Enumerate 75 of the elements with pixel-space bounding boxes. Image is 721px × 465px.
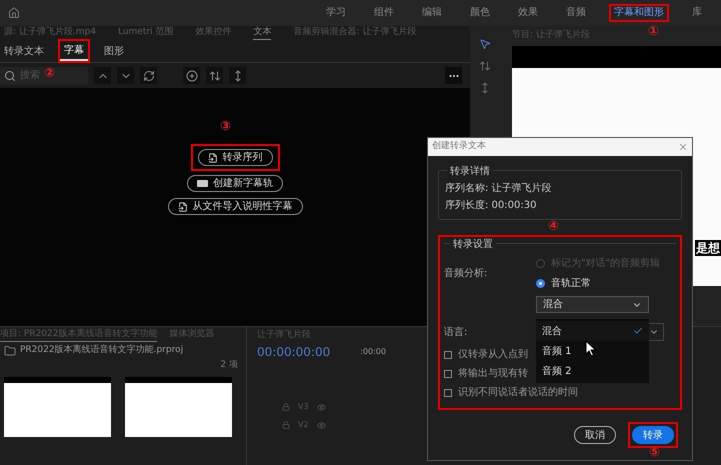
project-file: PR2022版本离线语音转文字功能.prproj	[20, 344, 184, 358]
subpanel-tab[interactable]: 字幕	[60, 41, 88, 61]
transcribe-button[interactable]: 转录	[632, 426, 674, 444]
workspace-tab[interactable]: 组件	[371, 6, 397, 20]
track-select-icon[interactable]	[479, 60, 491, 72]
check-icon	[633, 326, 643, 336]
checkbox[interactable]	[444, 350, 452, 358]
subtitle-text: 是想	[695, 240, 721, 256]
panel-tab[interactable]: 音频剪辑混合器: 让子弹飞片段	[293, 26, 416, 40]
clip-thumbnail[interactable]	[4, 377, 111, 437]
workspace-tab[interactable]: 字幕和图形	[611, 6, 667, 20]
split-button[interactable]	[206, 67, 223, 84]
refresh-icon	[142, 70, 154, 82]
plus-icon	[186, 70, 198, 82]
workspace-tab[interactable]: 库	[689, 6, 705, 20]
next-button[interactable]	[117, 67, 134, 84]
field-label: 语言:	[444, 326, 468, 338]
timecode: 00:00:00:00	[257, 344, 330, 361]
workspace-tab[interactable]: 效果	[515, 6, 541, 20]
panel-tab[interactable]: 源: 让子弹飞片段.mp4	[4, 26, 96, 40]
checkbox-label: 识别不同说话者说话的时间	[458, 386, 578, 400]
dropdown-option[interactable]: 音频 2	[536, 361, 649, 381]
detail-text: 序列名称: 让子弹飞片段	[445, 182, 553, 196]
lock-icon[interactable]	[282, 421, 290, 429]
add-button[interactable]	[183, 67, 200, 84]
close-button[interactable]	[678, 142, 688, 152]
checkbox-label: 仅转录从入点到	[458, 348, 528, 362]
annotation-number: ③	[220, 120, 232, 133]
workspace-tab[interactable]: 编辑	[419, 6, 445, 20]
workspace-tab[interactable]: 音频	[563, 6, 589, 20]
previous-button[interactable]	[94, 67, 111, 84]
eye-icon[interactable]	[316, 402, 326, 412]
ruler-time: :00:00	[360, 346, 386, 358]
search-icon	[4, 70, 16, 82]
import-icon	[208, 152, 218, 162]
mouse-cursor-icon	[585, 340, 597, 357]
radio-button[interactable]	[536, 279, 545, 288]
panel-tab[interactable]: Lumetri 范围	[118, 26, 174, 40]
action-button[interactable]: 创建新字幕轨	[187, 175, 283, 192]
cancel-button[interactable]: 取消	[574, 426, 616, 444]
selection-tool-icon[interactable]	[479, 38, 491, 50]
track-dropdown[interactable]: 混合	[536, 296, 649, 313]
annotation-number: ①	[648, 25, 660, 38]
checkbox[interactable]	[444, 388, 452, 396]
panel-tab[interactable]: 效果控件	[195, 26, 232, 40]
checkbox-label: 将输出与现有转	[458, 366, 528, 381]
annotation-number: ④	[548, 220, 560, 233]
workspace-tab[interactable]: 颜色	[467, 6, 493, 20]
close-icon	[678, 142, 688, 152]
dropdown-option[interactable]: 音频 1	[536, 341, 649, 361]
field-label: 音频分析:	[444, 268, 488, 279]
up-down-arrows-icon	[208, 70, 220, 82]
folder-icon	[4, 345, 16, 357]
home-icon[interactable]	[8, 7, 20, 19]
annotation-number: ⑤	[648, 446, 660, 459]
radio-label: 音轨正常	[551, 276, 591, 291]
more-button[interactable]	[445, 67, 462, 84]
action-button[interactable]: 从文件导入说明性字幕	[168, 198, 302, 215]
item-count: 2 项	[220, 359, 238, 372]
import-icon	[178, 202, 188, 212]
panel-tab[interactable]: 文本	[253, 26, 272, 40]
workspace-tab[interactable]: 学习	[323, 6, 349, 20]
annotation-number: ②	[44, 67, 56, 80]
subpanel-tab[interactable]: 转录文本	[0, 41, 48, 61]
dialog-title: 创建转录文本	[432, 140, 486, 154]
checkbox[interactable]	[444, 370, 452, 378]
clip-thumbnail[interactable]	[125, 377, 232, 437]
dropdown-option[interactable]: 混合	[536, 321, 649, 341]
action-button[interactable]: 转录序列	[198, 149, 272, 166]
eye-icon[interactable]	[316, 420, 326, 430]
lock-icon[interactable]	[282, 403, 290, 411]
refresh-button[interactable]	[140, 67, 157, 84]
detail-text: 序列长度: 00:00:30	[445, 198, 538, 213]
merge-button[interactable]	[229, 67, 246, 84]
subpanel-tab[interactable]: 图形	[100, 41, 128, 61]
